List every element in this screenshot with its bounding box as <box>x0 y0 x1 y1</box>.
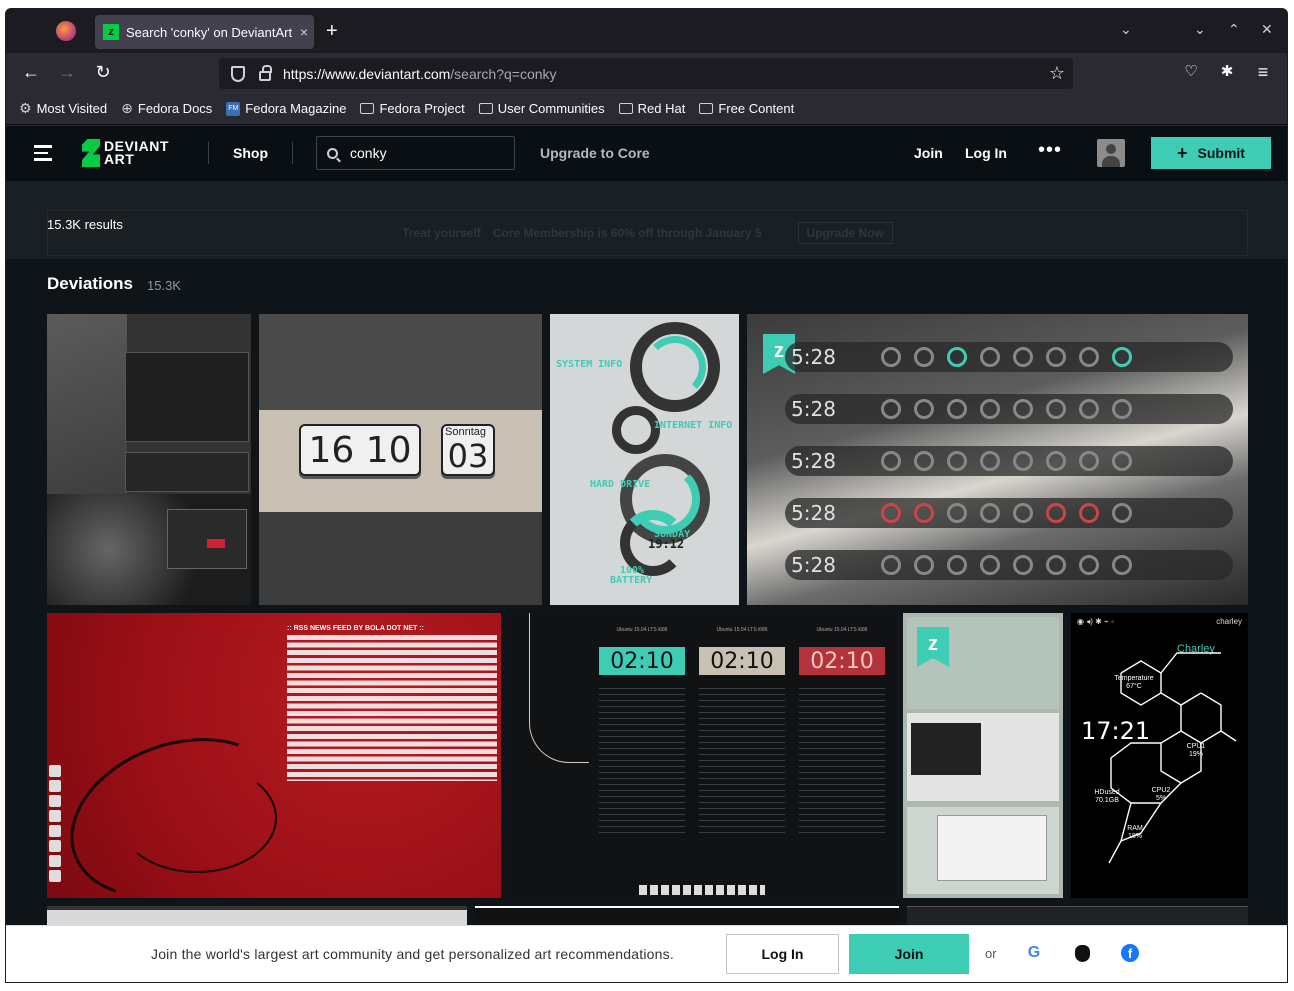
forward-icon[interactable]: → <box>55 62 79 83</box>
logo-text-art: ART <box>104 151 135 167</box>
bookmark-user-communities[interactable]: User Communities <box>478 101 605 116</box>
pocket-icon[interactable]: ♡ <box>1179 62 1203 80</box>
bookmark-fedora-magazine[interactable]: FM Fedora Magazine <box>226 101 346 116</box>
bookmark-most-visited[interactable]: ⚙ Most Visited <box>19 100 107 117</box>
header-divider <box>292 142 293 164</box>
deviation-thumbnail[interactable] <box>47 314 251 605</box>
promo-prefix: Treat yourself <box>402 226 481 240</box>
url-text[interactable]: https://www.deviantart.com/search?q=conk… <box>283 66 1049 82</box>
deviantart-logo[interactable]: DEVIANT ART <box>82 139 169 167</box>
facebook-login-icon[interactable]: f <box>1120 943 1140 963</box>
login-link[interactable]: Log In <box>965 145 1007 161</box>
shop-link[interactable]: Shop <box>233 145 268 161</box>
folder-icon <box>618 103 633 114</box>
tab-strip: z Search 'conky' on DeviantArt × + ⌄ ⌄ ⌃… <box>6 9 1287 53</box>
deviation-thumbnail[interactable]: :: RSS NEWS FEED BY BOLA DOT NET :: <box>47 613 501 898</box>
folder-icon <box>699 103 714 114</box>
gear-icon: ⚙ <box>19 100 32 116</box>
menu-icon[interactable]: ≡ <box>1251 62 1275 83</box>
tab-close-icon[interactable]: × <box>294 24 314 40</box>
folder-icon <box>478 103 493 114</box>
bookmark-star-icon[interactable]: ☆ <box>1049 63 1065 84</box>
or-label: or <box>985 946 997 961</box>
url-bar[interactable]: https://www.deviantart.com/search?q=conk… <box>219 58 1073 89</box>
promo-upgrade-button[interactable]: Upgrade Now <box>797 222 893 244</box>
results-band: Treat yourself Core Membership is 60% of… <box>6 181 1287 259</box>
bookmark-fedora-docs[interactable]: ⊕ Fedora Docs <box>121 100 212 117</box>
submit-button[interactable]: + Submit <box>1151 137 1271 169</box>
banner-join-button[interactable]: Join <box>849 934 969 974</box>
new-tab-button[interactable]: + <box>326 21 338 41</box>
apple-login-icon[interactable] <box>1072 943 1092 963</box>
list-all-tabs-icon[interactable]: ⌄ <box>1120 21 1132 38</box>
folder-icon <box>360 103 375 114</box>
search-icon <box>327 147 338 159</box>
back-icon[interactable]: ← <box>19 62 43 83</box>
browser-window: z Search 'conky' on DeviantArt × + ⌄ ⌄ ⌃… <box>5 8 1288 983</box>
results-count: 15.3K results <box>47 217 123 232</box>
deviation-thumbnail[interactable]: 16 10 03 Sonntag <box>259 314 542 605</box>
deviation-thumbnail[interactable]: ◉ ◂) ✱ ⌁ ◦ charley Charley Temperature 67… <box>1071 613 1248 898</box>
maximize-icon[interactable]: ⌃ <box>1228 21 1240 38</box>
join-link[interactable]: Join <box>914 145 943 161</box>
google-login-icon[interactable]: G <box>1024 943 1044 963</box>
minimize-icon[interactable]: ⌄ <box>1194 21 1206 38</box>
globe-icon: ⊕ <box>121 100 133 116</box>
deviation-thumbnail[interactable]: z <box>903 613 1063 898</box>
deviation-thumbnail[interactable]: SYSTEM INFO INTERNET INFO HARD DRIVE SUN… <box>550 314 739 605</box>
more-options-icon[interactable]: ••• <box>1038 139 1062 162</box>
bookmarks-toolbar: ⚙ Most Visited ⊕ Fedora Docs FM Fedora Maga… <box>6 93 1287 125</box>
fedora-magazine-icon: FM <box>226 101 241 116</box>
avatar[interactable] <box>1097 139 1125 167</box>
reload-icon[interactable]: ↻ <box>91 62 115 83</box>
bookmark-red-hat[interactable]: Red Hat <box>618 101 685 116</box>
section-title: Deviations <box>47 274 133 293</box>
search-input[interactable]: conky <box>316 136 515 170</box>
promo-text: Core Membership is 60% off through Janua… <box>492 226 762 240</box>
molecule-diagram <box>1108 652 1237 864</box>
extensions-icon[interactable]: ✱ <box>1215 62 1239 80</box>
hamburger-menu-icon[interactable] <box>34 145 52 165</box>
deviation-grid: 16 10 03 Sonntag SYSTEM INFO INTERNET IN… <box>47 314 1248 982</box>
deviantart-logo-icon <box>82 139 100 167</box>
close-window-icon[interactable]: ✕ <box>1261 21 1273 38</box>
deviation-thumbnail[interactable]: z 5:28 5:28 5:28 5:28 5:28 <box>747 314 1248 605</box>
tracking-protection-icon[interactable] <box>231 65 245 82</box>
bookmark-free-content[interactable]: Free Content <box>699 101 794 116</box>
page-content: DEVIANT ART Shop conky Upgrade to Core Jo… <box>6 126 1287 982</box>
join-message: Join the world's largest art community a… <box>151 946 674 962</box>
bookmark-fedora-project[interactable]: Fedora Project <box>360 101 465 116</box>
navigation-toolbar: ← → ↻ https://www.deviantart.com/search?… <box>6 53 1287 93</box>
upgrade-to-core-link[interactable]: Upgrade to Core <box>540 145 650 161</box>
join-banner: Join the world's largest art community a… <box>6 925 1287 982</box>
section-count: 15.3K <box>147 278 181 293</box>
tab-title: Search 'conky' on DeviantArt <box>126 24 293 40</box>
deviation-thumbnail[interactable]: Ubuntu 15.04 LTS i686 02:10 Ubuntu 15.04… <box>509 613 895 898</box>
deviantart-favicon-icon: z <box>103 24 119 40</box>
browser-tab[interactable]: z Search 'conky' on DeviantArt × <box>95 15 314 49</box>
promo-banner[interactable]: Treat yourself Core Membership is 60% of… <box>47 210 1248 256</box>
header-divider <box>208 142 209 164</box>
site-header: DEVIANT ART Shop conky Upgrade to Core Jo… <box>6 126 1287 181</box>
firefox-view-icon[interactable] <box>56 21 76 41</box>
flip-clock: 16 10 <box>299 424 421 476</box>
search-value: conky <box>350 145 387 161</box>
lock-icon[interactable] <box>259 64 272 81</box>
plus-icon: + <box>1177 142 1188 163</box>
banner-login-button[interactable]: Log In <box>726 934 839 974</box>
